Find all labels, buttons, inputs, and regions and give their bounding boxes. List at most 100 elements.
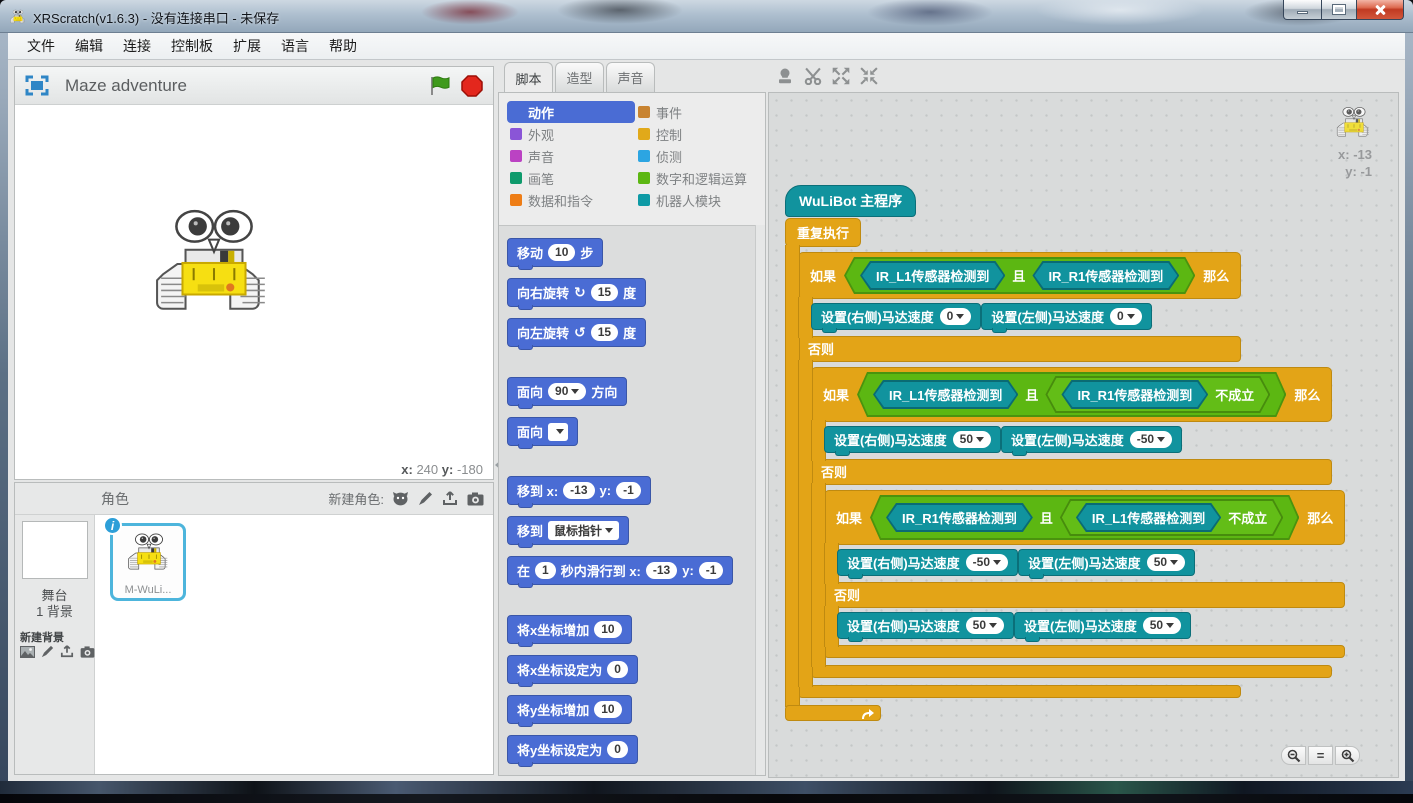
stage-sprite-robot[interactable] <box>153 203 275 325</box>
not-operator-block[interactable]: IR_R1传感器检测到不成立 <box>1045 376 1270 413</box>
category-声音[interactable]: 声音 <box>507 145 635 167</box>
value-oval[interactable]: -50 <box>1130 431 1172 448</box>
palette-scrollbar[interactable] <box>755 225 765 775</box>
category-数字和逻辑运算[interactable]: 数字和逻辑运算 <box>635 167 763 189</box>
and-operator-block[interactable]: IR_R1传感器检测到且IR_L1传感器检测到不成立 <box>870 495 1299 540</box>
value-oval[interactable]: 10 <box>594 701 621 718</box>
sprite-info-icon[interactable]: i <box>103 516 122 535</box>
motion-block[interactable]: 将x坐标增加10 <box>507 615 632 644</box>
tab-造型[interactable]: 造型 <box>555 62 604 92</box>
motion-block[interactable]: 面向 <box>507 417 578 446</box>
zoom-out-button[interactable] <box>1281 746 1306 765</box>
and-operator-block[interactable]: IR_L1传感器检测到且IR_R1传感器检测到不成立 <box>857 372 1286 417</box>
paintbrush-icon[interactable] <box>418 491 433 506</box>
camera-icon[interactable] <box>467 492 484 506</box>
set-motor-speed-block[interactable]: 设置(左侧)马达速度50 <box>1014 612 1191 639</box>
category-事件[interactable]: 事件 <box>635 101 763 123</box>
title-bar[interactable]: XRScratch(v1.6.3) - 没有连接串口 - 未保存 <box>0 0 1413 33</box>
value-oval[interactable]: 50 <box>1147 554 1185 571</box>
sensor-block[interactable]: IR_R1传感器检测到 <box>1061 380 1208 409</box>
minimize-button[interactable] <box>1283 0 1322 20</box>
menu-item-连接[interactable]: 连接 <box>114 33 160 59</box>
value-oval[interactable]: 50 <box>966 617 1004 634</box>
stage-thumbnail[interactable] <box>22 521 88 579</box>
close-button[interactable] <box>1357 0 1404 20</box>
value-oval[interactable]: 10 <box>594 621 621 638</box>
value-oval[interactable]: 1 <box>535 562 556 579</box>
and-operator-block[interactable]: IR_L1传感器检测到且IR_R1传感器检测到 <box>844 257 1195 294</box>
if-header[interactable]: 如果IR_L1传感器检测到且IR_R1传感器检测到不成立那么 <box>811 367 1332 422</box>
value-oval[interactable]: 15 <box>591 324 618 341</box>
value-oval[interactable]: 0 <box>940 308 972 325</box>
maximize-button[interactable] <box>1322 0 1357 20</box>
category-机器人模块[interactable]: 机器人模块 <box>635 189 763 211</box>
zoom-in-button[interactable] <box>1335 746 1360 765</box>
camera-icon[interactable] <box>80 645 95 658</box>
paintbrush-icon[interactable] <box>41 645 54 658</box>
stamp-duplicate-icon[interactable] <box>776 67 794 85</box>
value-oval[interactable]: -1 <box>616 482 641 499</box>
category-控制[interactable]: 控制 <box>635 123 763 145</box>
set-motor-speed-block[interactable]: 设置(右侧)马达速度50 <box>837 612 1014 639</box>
shrink-sprite-icon[interactable] <box>860 67 878 85</box>
category-侦测[interactable]: 侦测 <box>635 145 763 167</box>
motion-block[interactable]: 移动10步 <box>507 238 603 267</box>
sensor-block[interactable]: IR_L1传感器检测到 <box>1076 503 1221 532</box>
upload-icon[interactable] <box>442 491 458 506</box>
dropdown-select[interactable]: 鼠标指针 <box>548 521 619 540</box>
motion-block[interactable]: 在1秒内滑行到 x:-13y:-1 <box>507 556 733 585</box>
stop-button[interactable] <box>461 75 483 97</box>
set-motor-speed-block[interactable]: 设置(左侧)马达速度-50 <box>1001 426 1182 453</box>
sprite-item-selected[interactable]: M-WuLi... i <box>110 523 186 601</box>
category-外观[interactable]: 外观 <box>507 123 635 145</box>
if-else-block[interactable]: 如果IR_R1传感器检测到且IR_L1传感器检测到不成立那么设置(右侧)马达速度… <box>824 490 1345 658</box>
category-画笔[interactable]: 画笔 <box>507 167 635 189</box>
value-oval[interactable]: -13 <box>646 562 677 579</box>
value-oval[interactable]: 15 <box>591 284 618 301</box>
menu-item-语言[interactable]: 语言 <box>272 33 318 59</box>
value-oval[interactable]: -50 <box>966 554 1008 571</box>
menu-item-文件[interactable]: 文件 <box>18 33 64 59</box>
set-motor-speed-block[interactable]: 设置(右侧)马达速度0 <box>811 303 981 330</box>
zoom-reset-button[interactable]: = <box>1308 746 1333 765</box>
value-oval[interactable]: -1 <box>699 562 724 579</box>
dropdown-box[interactable] <box>548 423 568 441</box>
sensor-block[interactable]: IR_R1传感器检测到 <box>1032 261 1179 290</box>
motion-block[interactable]: 向右旋转↻15度 <box>507 278 646 307</box>
set-motor-speed-block[interactable]: 设置(右侧)马达速度50 <box>824 426 1001 453</box>
motion-block[interactable]: 将y坐标设定为0 <box>507 735 638 764</box>
if-header[interactable]: 如果IR_R1传感器检测到且IR_L1传感器检测到不成立那么 <box>824 490 1345 545</box>
sprite-library-icon[interactable] <box>392 491 409 506</box>
motion-block[interactable]: 向左旋转↺15度 <box>507 318 646 347</box>
motion-block[interactable]: 面向90方向 <box>507 377 627 406</box>
green-flag-button[interactable] <box>429 76 451 96</box>
value-oval[interactable]: 50 <box>953 431 991 448</box>
set-motor-speed-block[interactable]: 设置(左侧)马达速度50 <box>1018 549 1195 576</box>
motion-block[interactable]: 将x坐标设定为0 <box>507 655 638 684</box>
upload-icon[interactable] <box>60 645 74 658</box>
value-oval[interactable]: 10 <box>548 244 575 261</box>
value-oval[interactable]: 50 <box>1143 617 1181 634</box>
value-oval[interactable]: 0 <box>1110 308 1142 325</box>
not-operator-block[interactable]: IR_L1传感器检测到不成立 <box>1060 499 1283 536</box>
menu-item-帮助[interactable]: 帮助 <box>320 33 366 59</box>
forever-header[interactable]: 重复执行 <box>785 218 861 247</box>
set-motor-speed-block[interactable]: 设置(左侧)马达速度0 <box>981 303 1151 330</box>
set-motor-speed-block[interactable]: 设置(右侧)马达速度-50 <box>837 549 1018 576</box>
menu-item-编辑[interactable]: 编辑 <box>66 33 112 59</box>
project-title[interactable]: Maze adventure <box>65 76 187 96</box>
fullscreen-icon[interactable] <box>25 75 49 96</box>
motion-block[interactable]: 将y坐标增加10 <box>507 695 632 724</box>
motion-block[interactable]: 移到鼠标指针 <box>507 516 629 545</box>
forever-loop-block[interactable]: 重复执行如果IR_L1传感器检测到且IR_R1传感器检测到那么设置(右侧)马达速… <box>785 218 1345 721</box>
category-数据和指令[interactable]: 数据和指令 <box>507 189 635 211</box>
value-oval[interactable]: 0 <box>607 741 628 758</box>
script-canvas[interactable]: WuLiBot 主程序重复执行如果IR_L1传感器检测到且IR_R1传感器检测到… <box>768 92 1399 778</box>
menu-item-扩展[interactable]: 扩展 <box>224 33 270 59</box>
tab-脚本[interactable]: 脚本 <box>504 62 553 93</box>
value-oval[interactable]: 90 <box>548 383 586 400</box>
sensor-block[interactable]: IR_L1传感器检测到 <box>860 261 1005 290</box>
stage-viewport[interactable]: x: 240 y: -180 <box>15 105 493 479</box>
value-oval[interactable]: -13 <box>563 482 594 499</box>
category-动作[interactable]: 动作 <box>507 101 635 123</box>
